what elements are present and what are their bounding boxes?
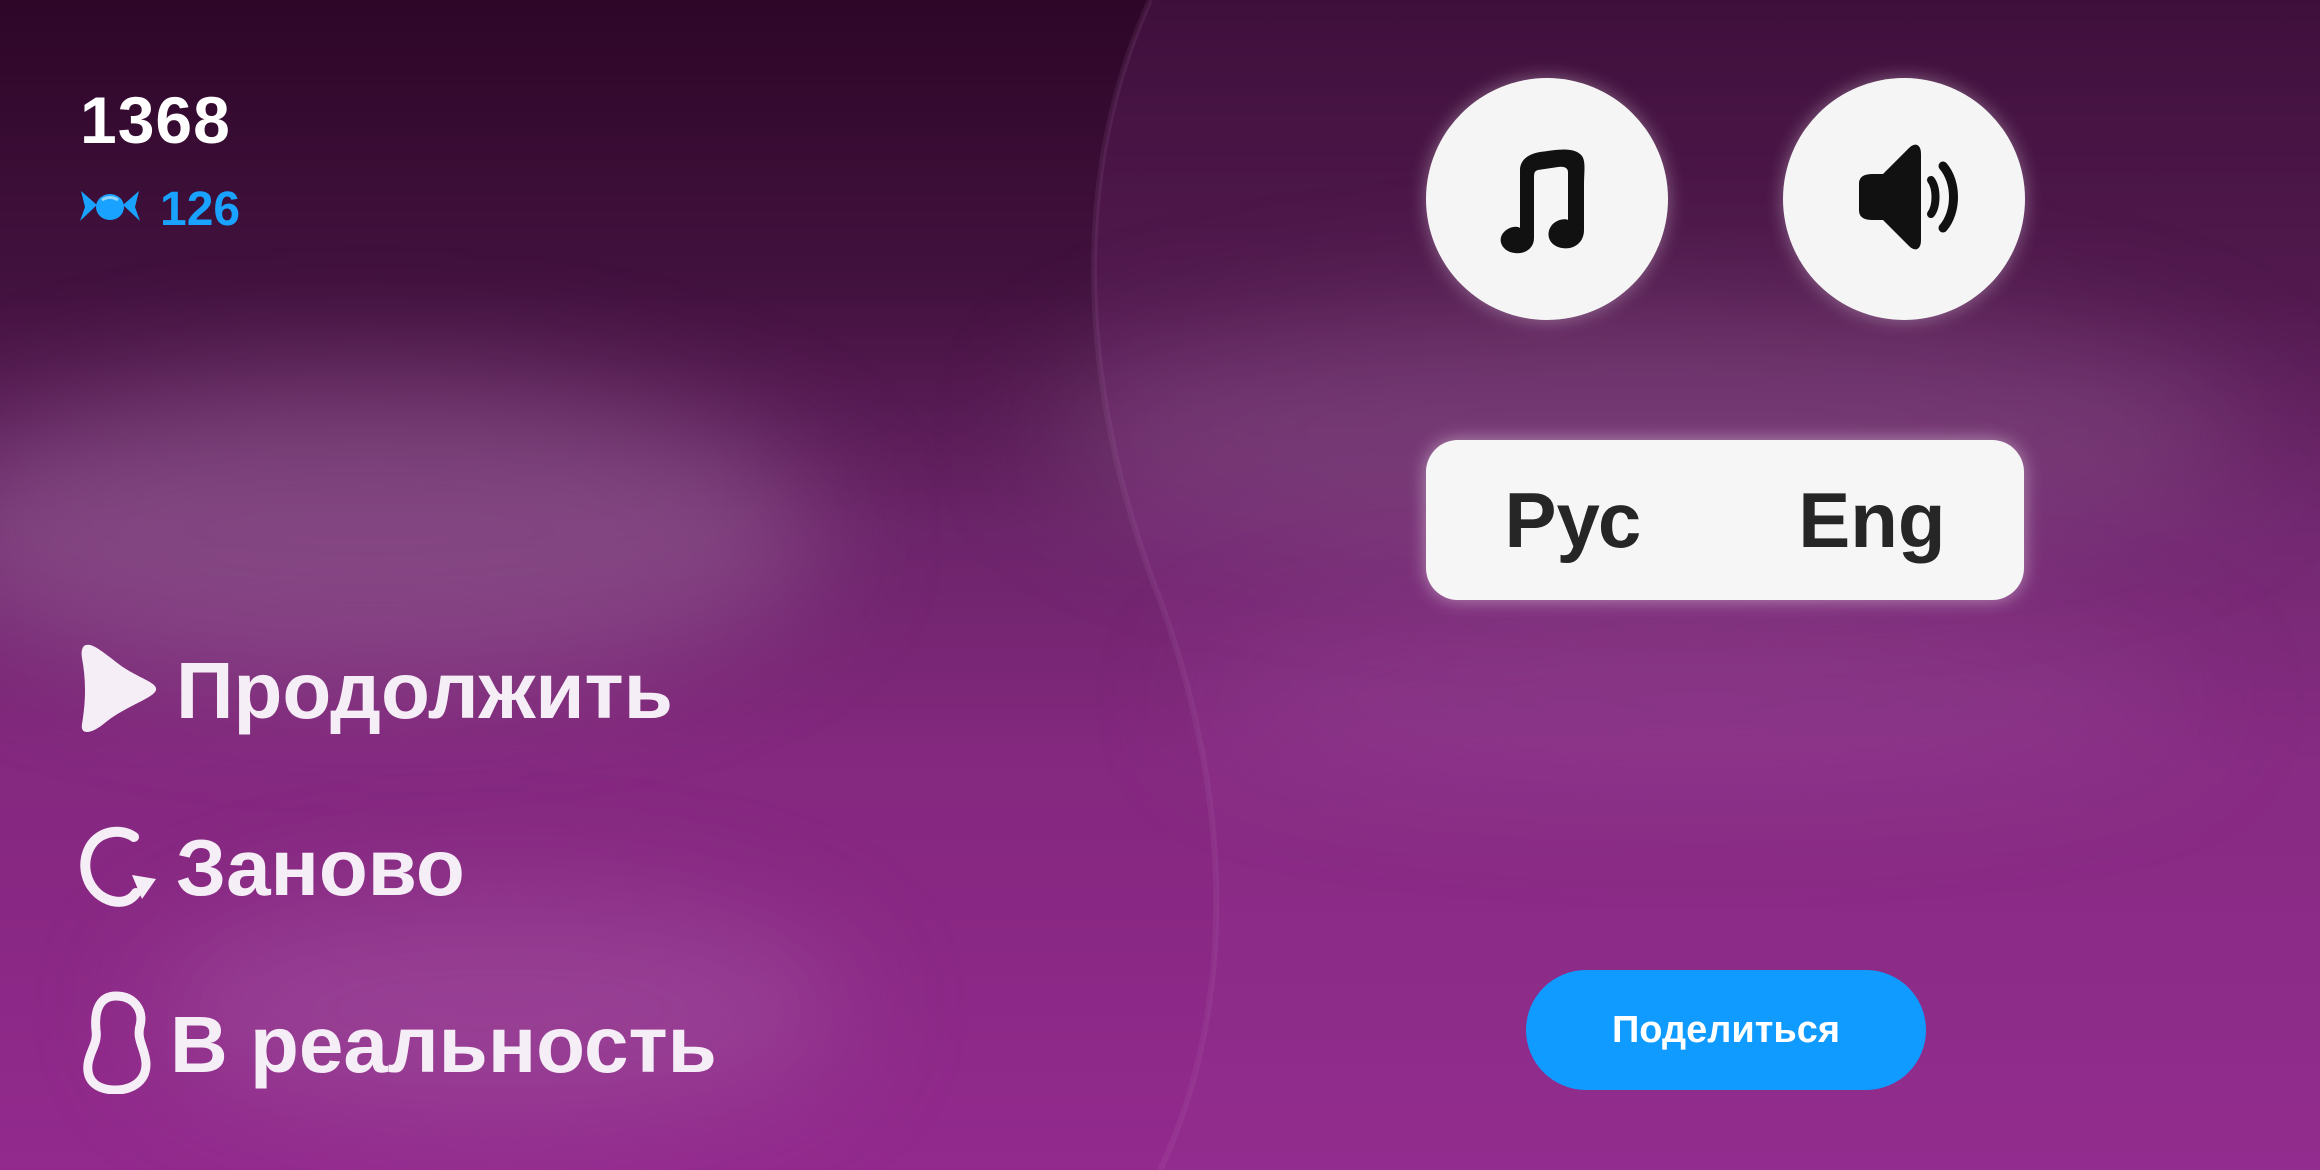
reality-button[interactable]: В реальность <box>76 990 717 1099</box>
share-button[interactable]: Поделиться <box>1526 970 1926 1090</box>
background-glow <box>1200 620 2200 780</box>
candy-icon <box>78 185 142 234</box>
language-selector: Рус Eng <box>1426 440 2024 600</box>
restart-button[interactable]: Заново <box>76 822 465 914</box>
continue-label: Продолжить <box>176 645 673 735</box>
speaker-icon <box>1839 132 1969 267</box>
continue-button[interactable]: Продолжить <box>76 640 673 741</box>
restart-label: Заново <box>176 823 465 912</box>
music-note-icon <box>1482 132 1612 267</box>
candy-count: 126 <box>160 183 241 236</box>
score-value: 1368 <box>80 83 231 157</box>
share-label: Поделиться <box>1611 1008 1841 1051</box>
background-glow <box>0 380 820 680</box>
restart-icon <box>76 823 162 914</box>
sound-toggle-button[interactable] <box>1783 78 2025 320</box>
exit-reality-icon <box>76 990 156 1099</box>
reality-label: В реальность <box>170 999 717 1089</box>
music-toggle-button[interactable] <box>1426 78 1668 320</box>
language-option-en[interactable]: Eng <box>1778 475 1965 566</box>
candy-counter: 126 <box>78 182 240 237</box>
language-option-ru[interactable]: Рус <box>1484 475 1661 566</box>
play-icon <box>76 640 162 741</box>
pause-screen: 1368 126 Продолжить Заново В реальность … <box>0 0 2320 1170</box>
